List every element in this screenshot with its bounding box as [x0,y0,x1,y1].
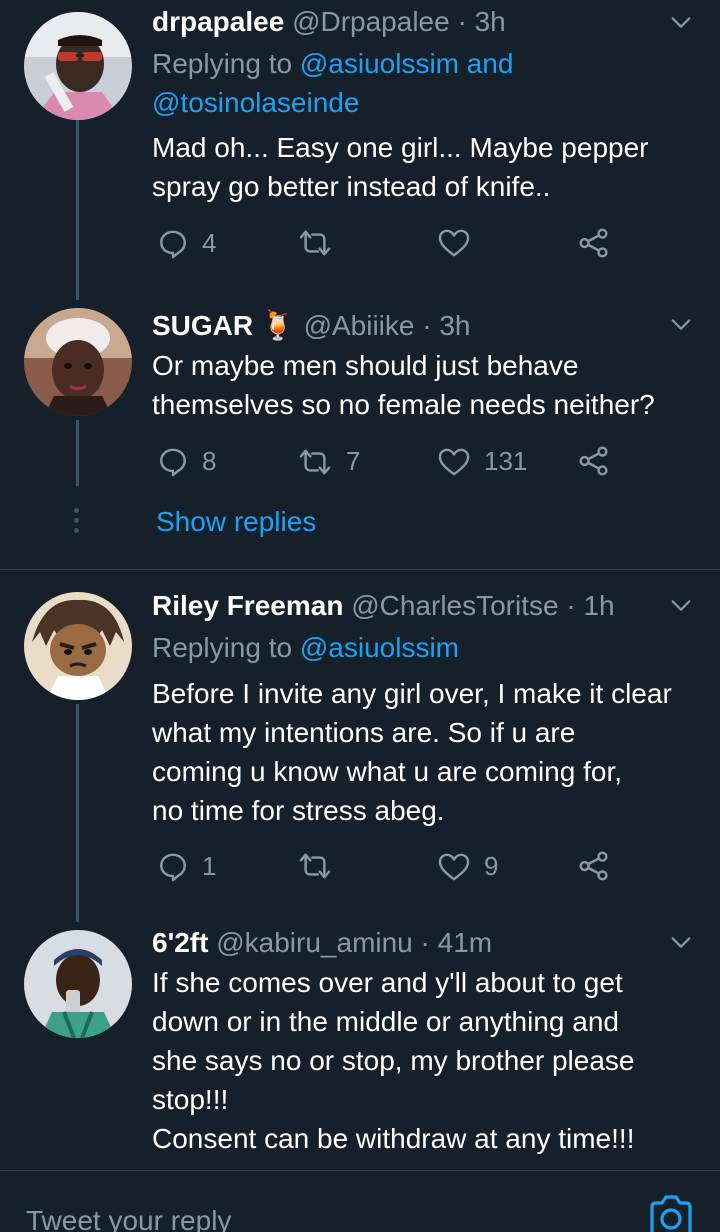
display-name[interactable]: 6'2ft [152,927,208,958]
divider [0,569,720,570]
chevron-down-icon[interactable] [670,595,692,617]
emoji: 🍹 [260,309,296,342]
reply-icon [158,229,188,259]
avatar[interactable] [24,12,132,120]
like-count: 131 [484,446,528,476]
reply-button[interactable]: 8 [158,446,216,477]
thread-line [76,120,79,300]
retweet-count: 7 [346,446,361,476]
reply-button[interactable]: 4 [158,228,216,259]
like-count: 9 [484,851,499,881]
retweet-button[interactable]: 7 [298,446,360,477]
chevron-down-icon[interactable] [670,932,692,954]
timestamp: · 41m [420,927,493,958]
tweet-text-line: spray go better instead of knife.. [152,171,551,202]
reply-button[interactable]: 1 [158,851,216,882]
reply-composer[interactable]: Tweet your reply [0,1170,720,1232]
avatar[interactable] [24,592,132,700]
tweet-text-line: Or maybe men should just behave [152,350,579,381]
reply-count: 1 [202,851,217,881]
like-icon [438,228,470,258]
thread-dots [74,508,80,538]
username[interactable]: @CharlesToritse [351,590,558,621]
tweet-text-line: coming u know what u are coming for, [152,756,623,787]
tweet-text: Mad oh... Easy one girl... Maybe pepper … [152,128,702,206]
tweet-text-line: down or in the middle or anything and [152,1006,619,1037]
share-button[interactable] [578,228,610,258]
mention-link[interactable]: @asiuolssim [300,632,459,663]
chevron-down-icon[interactable] [670,12,692,34]
tweet-text: If she comes over and y'll about to get … [152,963,702,1158]
display-name[interactable]: drpapalee [152,6,284,37]
share-icon [578,851,610,881]
tweet-text-line: what my intentions are. So if u are [152,717,576,748]
share-button[interactable] [578,851,610,881]
username[interactable]: @Drpapalee [292,6,450,37]
mention-link[interactable]: @tosinolaseinde [152,87,359,118]
tweet-text-line: Mad oh... Easy one girl... Maybe pepper [152,132,649,163]
thread-line [76,704,79,922]
tweet-text-line: Consent can be withdraw at any time!!! [152,1123,635,1154]
like-button[interactable]: 9 [438,851,498,882]
tweet-text-line: stop!!! [152,1084,229,1115]
tweet-text-line: no time for stress abeg. [152,795,445,826]
timestamp: · 3h [457,6,506,37]
mention-link[interactable]: @asiuolssim and [300,48,514,79]
reply-icon [158,447,188,477]
username[interactable]: @Abiiike [304,310,415,341]
like-icon [438,447,470,477]
retweet-button[interactable] [298,228,332,258]
like-button[interactable]: 131 [438,446,527,477]
reply-input[interactable]: Tweet your reply [26,1205,231,1232]
display-name[interactable]: SUGAR [152,310,253,341]
like-icon [438,852,470,882]
share-icon [578,228,610,258]
tweet-text-line: themselves so no female needs neither? [152,389,655,420]
show-replies-link[interactable]: Show replies [156,506,316,538]
timestamp: · 3h [422,310,471,341]
thread-line [76,420,79,486]
retweet-icon [298,228,332,258]
username[interactable]: @kabiru_aminu [216,927,413,958]
tweet-text-line: Before I invite any girl over, I make it… [152,678,672,709]
retweet-icon [298,447,332,477]
tweet-header: SUGAR 🍹 @Abiiike · 3h [152,309,471,343]
replying-to: Replying to @asiuolssim and @tosinolasei… [152,44,514,122]
replying-prefix: Replying to [152,632,300,663]
avatar[interactable] [24,308,132,416]
replying-to: Replying to @asiuolssim [152,628,459,667]
tweet-text-line: she says no or stop, my brother please [152,1045,635,1076]
camera-icon[interactable] [648,1195,694,1232]
replying-prefix: Replying to [152,48,300,79]
timestamp: · 1h [566,590,615,621]
tweet-text: Or maybe men should just behave themselv… [152,346,702,424]
avatar[interactable] [24,930,132,1038]
retweet-icon [298,851,332,881]
tweet-text: Before I invite any girl over, I make it… [152,674,712,830]
tweet-header: drpapalee @Drpapalee · 3h [152,5,506,39]
chevron-down-icon[interactable] [670,314,692,336]
display-name[interactable]: Riley Freeman [152,590,343,621]
tweet-header: 6'2ft @kabiru_aminu · 41m [152,926,492,960]
share-button[interactable] [578,446,610,476]
reply-icon [158,852,188,882]
tweet-header: Riley Freeman @CharlesToritse · 1h [152,589,615,623]
retweet-button[interactable] [298,851,332,881]
share-icon [578,446,610,476]
reply-count: 8 [202,446,217,476]
tweet-text-line: If she comes over and y'll about to get [152,967,623,998]
like-button[interactable] [438,228,470,258]
reply-count: 4 [202,228,217,258]
